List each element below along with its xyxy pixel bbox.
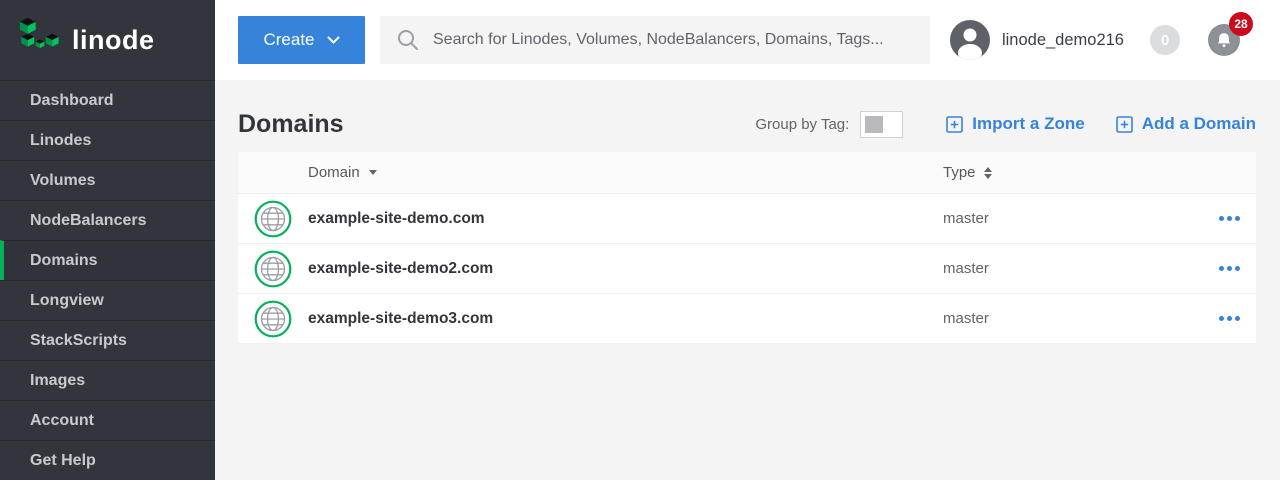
toggle-knob: [865, 116, 883, 133]
column-header-domain[interactable]: Domain: [308, 164, 943, 181]
sidebar-item-images[interactable]: Images: [0, 360, 215, 400]
sidebar-item-longview[interactable]: Longview: [0, 280, 215, 320]
create-button-label: Create: [263, 30, 314, 50]
content-header: Domains Group by Tag: Import a Zone: [238, 102, 1256, 146]
sidebar-item-get-help[interactable]: Get Help: [0, 440, 215, 480]
domain-name[interactable]: example-site-demo3.com: [308, 310, 943, 328]
row-actions-menu[interactable]: [1219, 310, 1240, 327]
add-a-domain-label: Add a Domain: [1142, 114, 1256, 134]
import-a-zone-label: Import a Zone: [972, 114, 1084, 134]
row-actions-menu[interactable]: [1219, 210, 1240, 227]
row-actions-menu[interactable]: [1219, 260, 1240, 277]
sidebar-item-nodebalancers[interactable]: NodeBalancers: [0, 200, 215, 240]
topbar: Create linode_demo216 0: [215, 0, 1280, 80]
sidebar-item-dashboard[interactable]: Dashboard: [0, 80, 215, 120]
sort-both-icon: [984, 167, 992, 179]
import-a-zone-link[interactable]: Import a Zone: [946, 114, 1084, 134]
add-a-domain-link[interactable]: Add a Domain: [1116, 114, 1256, 134]
logo-wordmark: linode: [72, 25, 155, 56]
main-content: Domains Group by Tag: Import a Zone: [215, 80, 1280, 480]
table-row: example-site-demo3.com master: [238, 294, 1256, 344]
column-header-type[interactable]: Type: [943, 164, 1203, 181]
table-header: Domain Type: [238, 152, 1256, 194]
user-cluster: linode_demo216 0 28: [950, 20, 1240, 60]
group-by-tag-label: Group by Tag:: [755, 116, 849, 133]
notification-count-badge[interactable]: 28: [1229, 12, 1253, 36]
table-row: example-site-demo2.com master: [238, 244, 1256, 294]
search-icon: [397, 29, 419, 51]
table-row: example-site-demo.com master: [238, 194, 1256, 244]
domain-type: master: [943, 210, 1203, 227]
chevron-down-icon: [327, 36, 340, 44]
sidebar-item-domains[interactable]: Domains: [0, 240, 215, 280]
plus-square-icon: [1116, 116, 1133, 133]
linode-cubes-icon: [17, 17, 63, 64]
sidebar-nav: Dashboard Linodes Volumes NodeBalancers …: [0, 80, 215, 480]
domain-globe-icon: [254, 250, 292, 288]
create-button[interactable]: Create: [238, 16, 365, 64]
search-input[interactable]: [433, 31, 930, 49]
plus-square-icon: [946, 116, 963, 133]
username[interactable]: linode_demo216: [1002, 31, 1124, 50]
group-by-tag-toggle[interactable]: [860, 111, 903, 138]
page-title: Domains: [238, 110, 344, 139]
sidebar-item-volumes[interactable]: Volumes: [0, 160, 215, 200]
sidebar-item-stackscripts[interactable]: StackScripts: [0, 320, 215, 360]
sort-descending-icon: [369, 170, 377, 175]
sidebar: linode Dashboard Linodes Volumes NodeBal…: [0, 0, 215, 480]
header-controls: Group by Tag: Import a Zone: [755, 111, 1256, 138]
domains-table: Domain Type: [238, 152, 1256, 344]
domain-type: master: [943, 310, 1203, 327]
sidebar-item-account[interactable]: Account: [0, 400, 215, 440]
domain-name[interactable]: example-site-demo.com: [308, 210, 943, 228]
domain-name[interactable]: example-site-demo2.com: [308, 260, 943, 278]
domain-globe-icon: [254, 200, 292, 238]
sidebar-item-linodes[interactable]: Linodes: [0, 120, 215, 160]
linode-logo[interactable]: linode: [0, 0, 215, 80]
search-bar: [380, 16, 930, 64]
user-avatar[interactable]: [950, 20, 990, 60]
domain-globe-icon: [254, 300, 292, 338]
event-count-badge[interactable]: 0: [1150, 25, 1180, 55]
notifications: 28: [1208, 24, 1240, 56]
domain-type: master: [943, 260, 1203, 277]
